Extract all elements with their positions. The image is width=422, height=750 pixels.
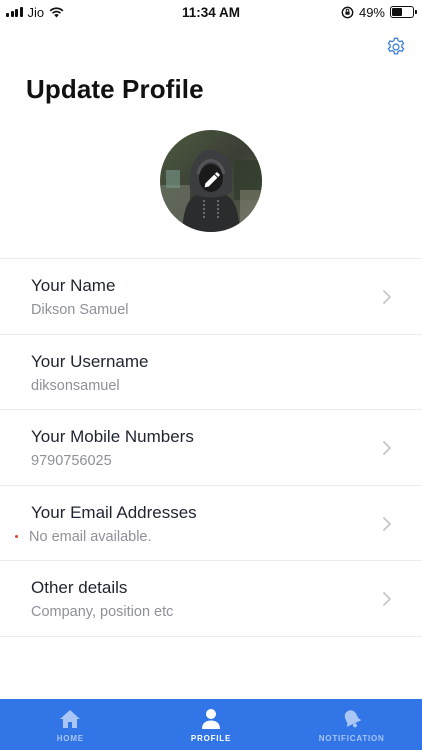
tab-label: PROFILE bbox=[190, 734, 232, 743]
field-row-name[interactable]: Your Name Dikson Samuel bbox=[0, 259, 422, 335]
bottom-tab-bar: HOME PROFILE NOTIFICATION bbox=[0, 699, 422, 750]
profile-fields-list: Your Name Dikson Samuel Your Username di… bbox=[0, 258, 422, 637]
battery-icon bbox=[390, 6, 417, 18]
home-icon bbox=[58, 707, 82, 731]
pencil-icon[interactable] bbox=[200, 170, 222, 192]
field-value: 9790756025 bbox=[31, 453, 112, 470]
battery-percent: 49% bbox=[358, 4, 385, 20]
bell-icon bbox=[340, 707, 364, 731]
status-right: 49% bbox=[341, 4, 417, 20]
field-label: Your Username bbox=[31, 351, 149, 371]
chevron-right-icon bbox=[383, 592, 391, 607]
chevron-right-icon bbox=[383, 516, 391, 531]
status-bar: Jio 11:34 AM 49% bbox=[0, 0, 422, 24]
field-value: No email available. bbox=[29, 528, 152, 545]
field-row-other-details[interactable]: Other details Company, position etc bbox=[0, 561, 422, 637]
gear-icon[interactable] bbox=[385, 36, 407, 58]
chevron-right-icon bbox=[383, 441, 391, 456]
field-row-username[interactable]: Your Username diksonsamuel bbox=[0, 335, 422, 411]
field-label: Your Name bbox=[31, 276, 116, 295]
status-left: Jio bbox=[6, 5, 64, 20]
field-value: Company, position etc bbox=[31, 604, 174, 621]
field-row-email[interactable]: Your Email Addresses No email available. bbox=[0, 486, 422, 562]
field-label: Your Mobile Numbers bbox=[31, 427, 194, 447]
avatar[interactable] bbox=[160, 130, 262, 232]
field-value: Dikson Samuel bbox=[31, 302, 129, 318]
orientation-lock-icon bbox=[341, 6, 354, 18]
signal-icon bbox=[6, 7, 23, 17]
field-row-mobile[interactable]: Your Mobile Numbers 9790756025 bbox=[0, 410, 422, 486]
user-icon bbox=[199, 707, 223, 731]
field-label: Your Email Addresses bbox=[31, 502, 197, 522]
tab-notification[interactable]: NOTIFICATION bbox=[281, 699, 422, 750]
field-label: Other details bbox=[31, 578, 128, 598]
tab-label: NOTIFICATION bbox=[318, 734, 385, 743]
tab-home[interactable]: HOME bbox=[0, 699, 141, 750]
page-title: Update Profile bbox=[26, 74, 204, 104]
chevron-right-icon bbox=[383, 290, 391, 304]
field-value: diksonsamuel bbox=[31, 377, 120, 394]
tab-label: HOME bbox=[56, 734, 84, 743]
tab-profile[interactable]: PROFILE bbox=[141, 699, 282, 750]
wifi-icon bbox=[49, 6, 64, 17]
carrier-name: Jio bbox=[27, 4, 45, 20]
warning-dot bbox=[15, 534, 18, 538]
